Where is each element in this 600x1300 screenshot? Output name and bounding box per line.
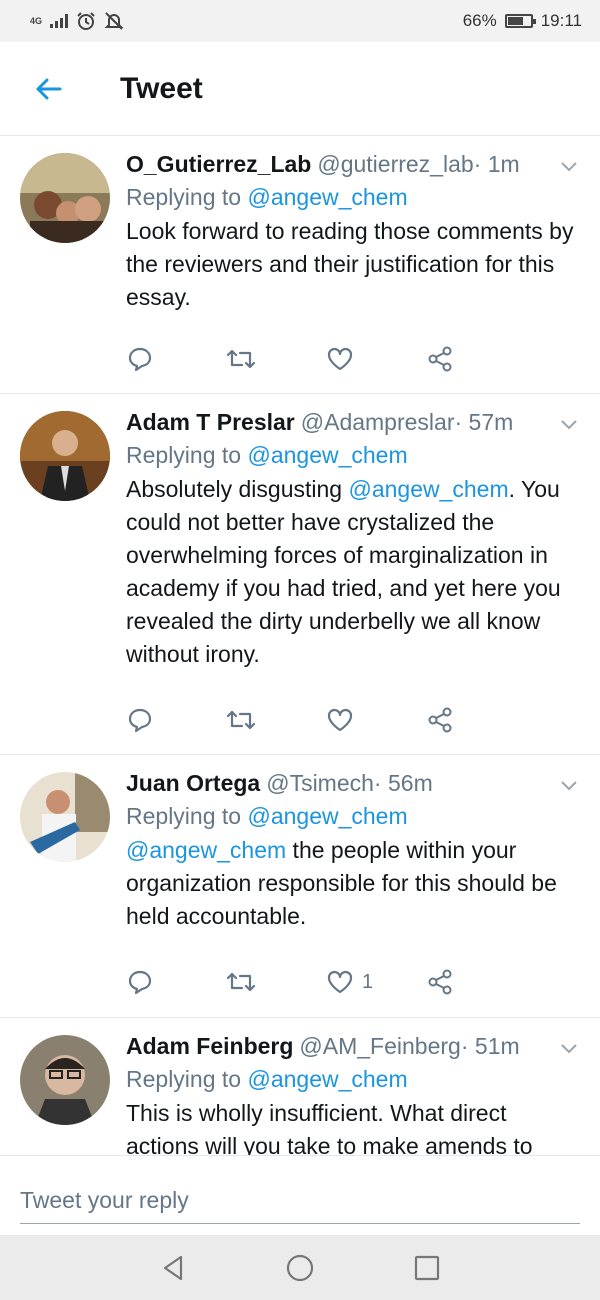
author-handle[interactable]: @Tsimech [266, 768, 374, 798]
text-mention[interactable]: @angew_chem [126, 837, 286, 863]
tweet-time: 51m [461, 1031, 520, 1061]
battery-icon [504, 14, 536, 28]
system-nav-bar [0, 1235, 600, 1300]
like-count: 1 [362, 970, 374, 993]
nav-home-button[interactable] [270, 1238, 330, 1298]
alarm-icon [77, 12, 95, 30]
heart-icon [327, 970, 353, 994]
nav-back-button[interactable] [143, 1238, 203, 1298]
reply-button[interactable] [126, 706, 226, 734]
share-icon [428, 346, 452, 372]
replying-to: Replying to @angew_chem [126, 800, 580, 832]
like-button[interactable] [326, 345, 426, 373]
heart-icon [327, 708, 353, 732]
replying-mention[interactable]: @angew_chem [247, 442, 407, 468]
retweet-button[interactable] [226, 968, 326, 996]
replying-to: Replying to @angew_chem [126, 1063, 580, 1095]
author-handle[interactable]: @Adampreslar [301, 407, 455, 437]
tweet-body-pre: Absolutely disgusting [126, 476, 349, 502]
replying-label: Replying to [126, 1066, 242, 1092]
author-name[interactable]: Adam Feinberg [126, 1031, 293, 1061]
tweet-body: . You could not better have crystalized … [126, 476, 561, 667]
author-name[interactable]: O_Gutierrez_Lab [126, 149, 311, 179]
heart-icon [327, 347, 353, 371]
tweet-text: Absolutely disgusting @angew_chem. You c… [126, 473, 580, 671]
replying-label: Replying to [126, 442, 242, 468]
replying-mention[interactable]: @angew_chem [247, 1066, 407, 1092]
author-handle[interactable]: @gutierrez_lab [317, 149, 473, 179]
reply-button[interactable] [126, 345, 226, 373]
author-handle[interactable]: @AM_Feinberg [299, 1031, 460, 1061]
retweet-icon [226, 972, 256, 992]
replying-mention[interactable]: @angew_chem [247, 184, 407, 210]
text-mention[interactable]: @angew_chem [348, 476, 508, 502]
avatar[interactable] [20, 772, 110, 862]
share-button[interactable] [426, 706, 526, 734]
reply-button[interactable] [126, 968, 226, 996]
chevron-down-icon[interactable] [558, 774, 580, 796]
back-triangle-icon [164, 1255, 183, 1280]
share-button[interactable] [426, 345, 526, 373]
signal-icon [50, 14, 69, 28]
avatar[interactable] [20, 411, 110, 501]
author-name[interactable]: Juan Ortega [126, 768, 260, 798]
avatar[interactable] [20, 1035, 110, 1125]
mute-icon [104, 12, 124, 30]
nav-recents-button[interactable] [397, 1238, 457, 1298]
tweet-text: Look forward to reading those comments b… [126, 215, 580, 314]
home-circle-icon [286, 1254, 314, 1281]
tweet[interactable]: O_Gutierrez_Lab @gutierrez_lab 1m Replyi… [0, 137, 600, 394]
tweet[interactable]: Adam Feinberg @AM_Feinberg 51m Replying … [0, 1019, 600, 1155]
chevron-down-icon[interactable] [558, 1037, 580, 1059]
tweet-actions [126, 345, 526, 373]
tweet-actions [126, 706, 526, 734]
status-bar: 4G 66% 19:11 [0, 0, 600, 42]
top-app-bar: Tweet [0, 42, 600, 136]
chevron-down-icon[interactable] [558, 413, 580, 435]
back-button[interactable] [0, 74, 96, 104]
share-icon [428, 707, 452, 733]
tweet[interactable]: Adam T Preslar @Adampreslar 57m Replying… [0, 395, 600, 755]
tweet-text: @angew_chem the people within your organ… [126, 834, 580, 933]
tweet[interactable]: Juan Ortega @Tsimech 56m Replying to @an… [0, 756, 600, 1018]
replying-label: Replying to [126, 803, 242, 829]
like-button[interactable] [326, 706, 426, 734]
retweet-button[interactable] [226, 345, 326, 373]
retweet-icon [226, 710, 256, 730]
battery-fill [507, 17, 523, 25]
avatar[interactable] [20, 153, 110, 243]
clock: 19:11 [540, 11, 582, 30]
reply-icon [128, 708, 152, 733]
reply-icon [128, 970, 152, 995]
tweet-body: This is wholly insufficient. What direct… [126, 1100, 533, 1155]
replying-mention[interactable]: @angew_chem [247, 803, 407, 829]
replying-label: Replying to [126, 184, 242, 210]
chevron-down-icon[interactable] [558, 155, 580, 177]
reply-bar [0, 1155, 600, 1235]
share-button[interactable] [426, 968, 526, 996]
share-icon [428, 969, 452, 995]
reply-input[interactable] [20, 1178, 580, 1224]
author-name[interactable]: Adam T Preslar [126, 407, 295, 437]
tweet-text: This is wholly insufficient. What direct… [126, 1097, 580, 1155]
tweet-body: Look forward to reading those comments b… [126, 218, 574, 310]
network-type: 4G [30, 15, 43, 26]
tweet-time: 57m [454, 407, 514, 437]
tweet-actions: 1 [126, 968, 526, 996]
replying-to: Replying to @angew_chem [126, 181, 580, 213]
like-button[interactable]: 1 [326, 968, 426, 996]
reply-icon [128, 347, 152, 372]
tweet-time: 1m [474, 149, 520, 179]
page-title: Tweet [120, 71, 203, 105]
tweet-time: 56m [374, 768, 433, 798]
recents-square-icon [414, 1255, 439, 1280]
retweet-button[interactable] [226, 706, 326, 734]
arrow-left-icon [36, 78, 62, 99]
replying-to: Replying to @angew_chem [126, 439, 580, 471]
retweet-icon [226, 349, 256, 369]
battery-percent: 66% [462, 11, 497, 30]
